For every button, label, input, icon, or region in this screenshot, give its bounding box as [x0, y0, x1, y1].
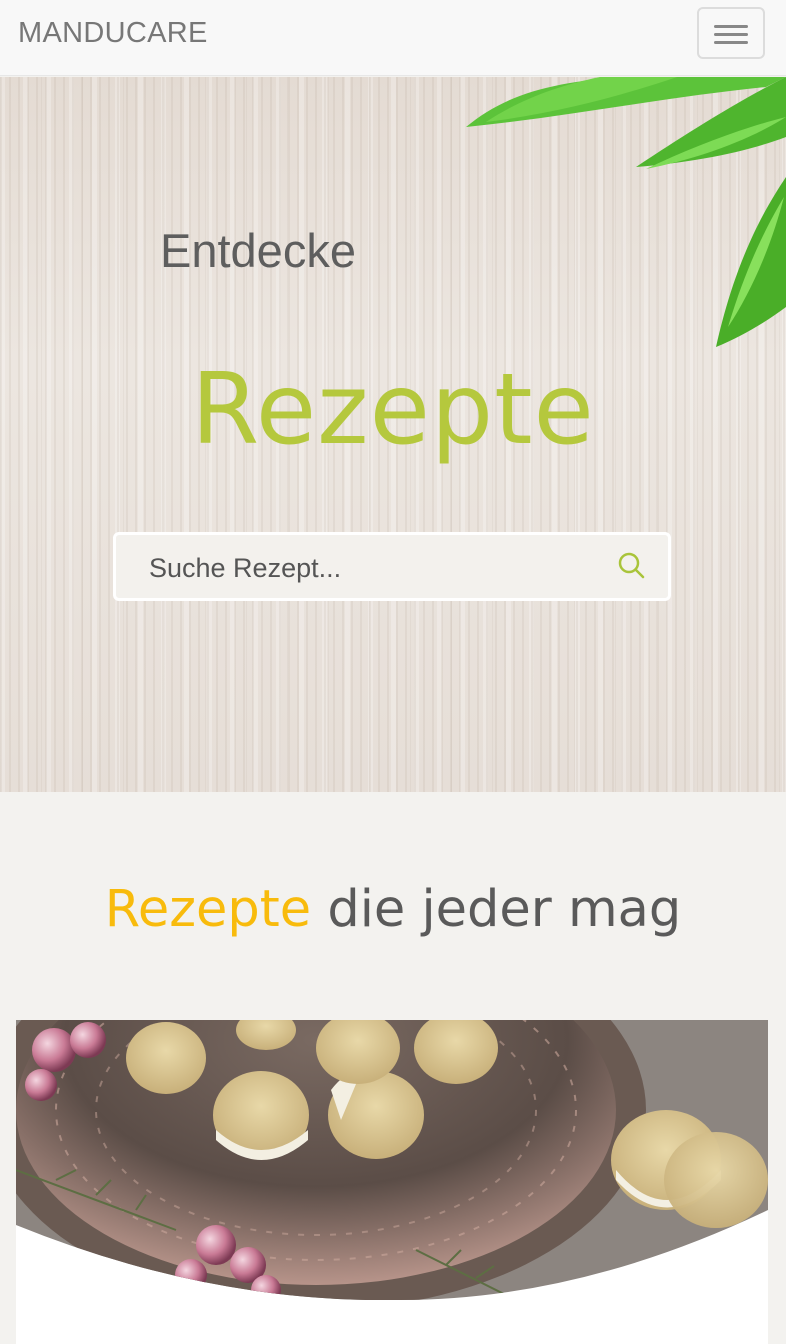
menu-toggle-button[interactable] [697, 7, 765, 59]
hamburger-bar [714, 41, 748, 44]
search-bar [113, 532, 671, 601]
hero-banner: Entdecke Rezepte [0, 77, 786, 792]
navbar: MANDUCARE [0, 0, 786, 76]
section-heading: Rezepte die jeder mag [0, 880, 786, 939]
recipe-card-image[interactable] [16, 1020, 768, 1302]
hamburger-menu-icon [714, 25, 748, 28]
hamburger-bar [714, 33, 748, 36]
brand-logo[interactable]: MANDUCARE [18, 17, 208, 50]
search-icon[interactable] [616, 550, 648, 582]
search-input[interactable] [149, 550, 599, 586]
leaves-decoration [466, 77, 786, 347]
recipe-card[interactable] [16, 1020, 768, 1344]
hero-subtitle: Entdecke [160, 224, 356, 277]
hero-title: Rezepte [191, 353, 595, 467]
section-heading-accent: Rezepte [104, 880, 312, 939]
section-heading-rest: die jeder mag [327, 880, 682, 939]
